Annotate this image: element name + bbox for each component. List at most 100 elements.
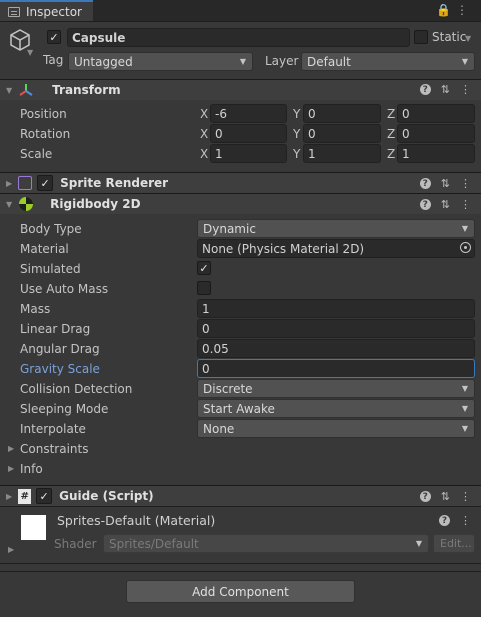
bottom-divider-2 (0, 571, 481, 572)
position-z-field[interactable]: 0 (397, 104, 475, 123)
presets-icon[interactable]: ⇅ (441, 83, 450, 96)
scale-x-label: X (200, 147, 209, 161)
more-icon[interactable]: ⋮ (460, 83, 471, 96)
collision-detection-value: Discrete (203, 381, 253, 396)
simulated-label: Simulated (20, 262, 81, 276)
transform-header-icons: ? ⇅ ⋮ (419, 83, 471, 96)
scale-z-field[interactable]: 1 (397, 144, 475, 163)
help-icon[interactable]: ? (439, 515, 450, 526)
scale-x-field[interactable]: 1 (210, 144, 287, 163)
position-y-label: Y (293, 107, 301, 121)
scale-z-label: Z (387, 147, 396, 161)
material-value: None (Physics Material 2D) (202, 241, 365, 256)
shader-value: Sprites/Default (109, 536, 199, 551)
static-dropdown-icon[interactable]: ▼ (465, 34, 471, 43)
rotation-z-label: Z (387, 127, 396, 141)
constraints-foldout[interactable]: Constraints (20, 442, 88, 456)
presets-icon[interactable]: ⇅ (441, 490, 450, 503)
mass-field[interactable]: 1 (197, 299, 475, 318)
shader-edit-button[interactable]: Edit... (433, 534, 475, 553)
use-auto-mass-checkbox[interactable] (197, 281, 211, 295)
layer-value: Default (307, 54, 351, 69)
collapse-arrow-icon[interactable]: ▶ (6, 179, 12, 188)
inspector-tab-label: Inspector (26, 4, 82, 19)
more-icon[interactable]: ⋮ (460, 177, 471, 190)
help-icon[interactable]: ? (419, 84, 431, 95)
info-fold-icon[interactable]: ▶ (8, 464, 14, 473)
angular-drag-label: Angular Drag (20, 342, 100, 356)
material-field[interactable]: None (Physics Material 2D) (197, 239, 475, 258)
body-type-value: Dynamic (203, 221, 256, 236)
more-options-icon[interactable]: ⋮ (456, 3, 473, 17)
active-toggle[interactable]: ✓ (47, 30, 61, 44)
add-component-button[interactable]: Add Component (126, 580, 355, 603)
presets-icon[interactable]: ⇅ (441, 177, 450, 190)
gravity-scale-label: Gravity Scale (20, 362, 100, 376)
linear-drag-label: Linear Drag (20, 322, 91, 336)
guide-enabled-toggle[interactable]: ✓ (36, 488, 53, 504)
position-x-field[interactable]: -6 (210, 104, 287, 123)
sprite-renderer-header-icons: ? ⇅ ⋮ (419, 177, 471, 190)
help-icon[interactable]: ? (419, 178, 431, 189)
static-toggle[interactable] (414, 30, 428, 44)
rigidbody2d-title: Rigidbody 2D (50, 197, 141, 211)
more-icon[interactable]: ⋮ (460, 198, 471, 211)
rotation-y-label: Y (293, 127, 301, 141)
guide-script-header[interactable]: ▶ # ✓ Guide (Script) (0, 485, 481, 506)
material-label: Material (20, 242, 69, 256)
help-icon[interactable]: ? (419, 491, 431, 502)
object-name-field[interactable]: Capsule (67, 28, 410, 47)
body-type-dropdown[interactable]: Dynamic (197, 219, 475, 238)
position-x-label: X (200, 107, 209, 121)
lock-icon[interactable]: 🔒 (436, 3, 456, 17)
linear-drag-field[interactable]: 0 (197, 319, 475, 338)
rotation-x-label: X (200, 127, 209, 141)
shader-label: Shader (54, 537, 97, 551)
angular-drag-field[interactable]: 0.05 (197, 339, 475, 358)
expand-arrow-icon[interactable]: ▼ (6, 86, 12, 95)
position-label: Position (20, 107, 67, 121)
bottom-divider (0, 563, 481, 564)
rotation-y-field[interactable]: 0 (303, 124, 381, 143)
more-icon[interactable]: ⋮ (460, 514, 471, 527)
interpolate-value: None (203, 421, 235, 436)
rigidbody2d-header[interactable]: ▼ Rigidbody 2D (0, 193, 481, 214)
material-header-icons: ? ⋮ (439, 514, 471, 527)
sprite-renderer-enabled-toggle[interactable]: ✓ (37, 175, 54, 191)
help-icon[interactable]: ? (419, 199, 431, 210)
more-icon[interactable]: ⋮ (460, 490, 471, 503)
transform-header[interactable]: ▼ Transform (0, 79, 481, 100)
shader-dropdown[interactable]: Sprites/Default (103, 534, 429, 553)
presets-icon[interactable]: ⇅ (441, 198, 450, 211)
inspector-tab[interactable]: Inspector (0, 0, 93, 21)
sprite-renderer-header[interactable]: ▶ ✓ Sprite Renderer (0, 172, 481, 193)
collapse-arrow-icon[interactable]: ▶ (6, 492, 12, 501)
rigidbody-icon (18, 196, 34, 212)
rotation-x-field[interactable]: 0 (210, 124, 287, 143)
layer-dropdown[interactable]: Default (301, 52, 475, 71)
scale-label: Scale (20, 147, 53, 161)
constraints-fold-icon[interactable]: ▶ (8, 444, 14, 453)
position-z-label: Z (387, 107, 396, 121)
rotation-z-field[interactable]: 0 (397, 124, 475, 143)
scale-y-label: Y (293, 147, 301, 161)
position-y-field[interactable]: 0 (303, 104, 381, 123)
material-fold-icon[interactable]: ▶ (8, 545, 14, 554)
info-foldout[interactable]: Info (20, 462, 43, 476)
expand-arrow-icon[interactable]: ▼ (6, 200, 12, 209)
sprite-renderer-icon (18, 176, 33, 190)
rigidbody2d-header-icons: ? ⇅ ⋮ (419, 198, 471, 211)
sleeping-mode-dropdown[interactable]: Start Awake (197, 399, 475, 418)
tag-dropdown[interactable]: Untagged (68, 52, 253, 71)
interpolate-dropdown[interactable]: None (197, 419, 475, 438)
sleeping-mode-label: Sleeping Mode (20, 402, 109, 416)
object-picker-icon[interactable] (460, 242, 471, 253)
simulated-checkbox[interactable]: ✓ (197, 261, 211, 275)
material-title: Sprites-Default (Material) (57, 513, 216, 528)
icon-dropdown-icon[interactable]: ▼ (27, 48, 33, 57)
shader-edit-label: Edit... (440, 537, 472, 550)
static-label: Static (432, 30, 467, 44)
gravity-scale-field[interactable]: 0 (197, 359, 475, 378)
scale-y-field[interactable]: 1 (303, 144, 381, 163)
collision-detection-dropdown[interactable]: Discrete (197, 379, 475, 398)
